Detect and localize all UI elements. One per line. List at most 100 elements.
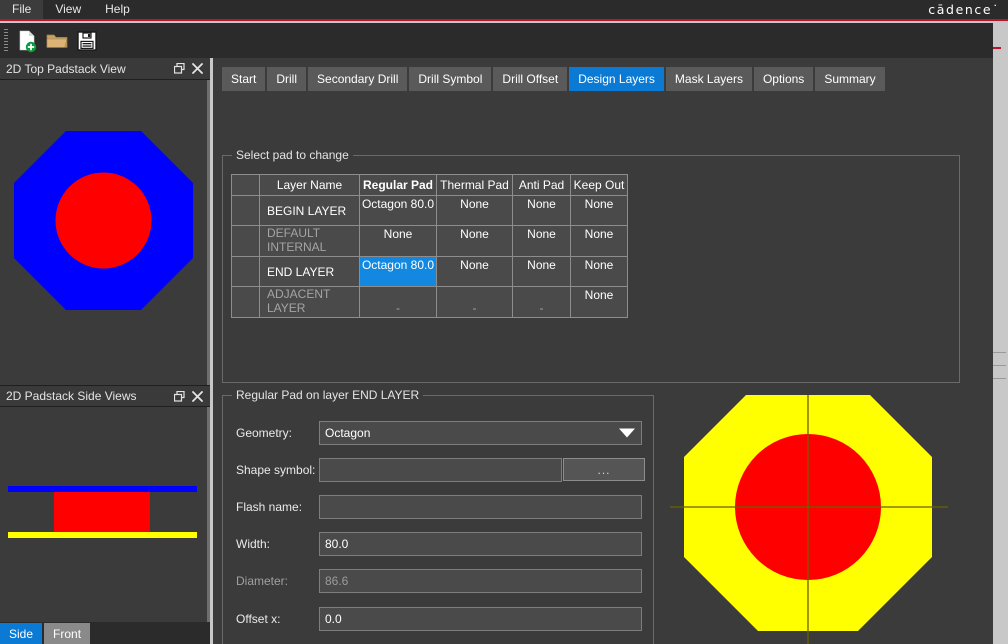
shape-symbol-input[interactable]	[319, 458, 562, 482]
toolbar-grip[interactable]	[4, 28, 8, 53]
shape-symbol-browse-button[interactable]: ...	[563, 458, 645, 481]
offset-x-row: Offset x:	[236, 607, 642, 631]
select-pad-group: Select pad to change Layer Name Regular …	[222, 148, 960, 383]
new-file-icon	[19, 30, 37, 52]
flash-name-input[interactable]	[319, 495, 642, 519]
side-padstack-panel-header: 2D Padstack Side Views	[0, 385, 210, 407]
save-disk-icon	[77, 30, 97, 51]
cell-thermal-pad[interactable]: None	[436, 225, 513, 257]
cell-keep-out[interactable]: None	[570, 225, 628, 257]
table-row[interactable]: BEGIN LAYER Octagon 80.0 None None None	[231, 195, 628, 226]
save-button[interactable]	[72, 26, 102, 56]
regular-pad-group-title: Regular Pad on layer END LAYER	[232, 388, 424, 402]
side-padstack-panel-title: 2D Padstack Side Views	[6, 389, 137, 403]
menu-bar: File View Help cādence˙	[0, 0, 1008, 21]
top-padstack-view-canvas[interactable]	[0, 80, 210, 385]
row-selector[interactable]	[231, 286, 260, 318]
shape-symbol-row: Shape symbol:	[236, 458, 562, 482]
width-row: Width:	[236, 532, 642, 556]
application-window: File View Help cādence˙ 2D Top Padstack …	[0, 0, 1008, 644]
restore-icon[interactable]	[170, 60, 188, 78]
cell-regular-pad-selected[interactable]: Octagon 80.0	[359, 256, 437, 287]
cell-thermal-pad[interactable]: -	[436, 286, 513, 318]
barrel-shape	[54, 492, 150, 532]
menu-help[interactable]: Help	[93, 0, 142, 19]
cell-thermal-pad[interactable]: None	[436, 195, 513, 226]
table-header-row: Layer Name Regular Pad Thermal Pad Anti …	[231, 174, 628, 196]
cell-keep-out[interactable]: None	[570, 286, 628, 318]
cell-regular-pad[interactable]: None	[359, 225, 437, 257]
geometry-row: Geometry: Octagon	[236, 421, 642, 445]
tab-design-layers[interactable]: Design Layers	[569, 67, 664, 91]
cell-regular-pad[interactable]: -	[359, 286, 437, 318]
row-selector[interactable]	[231, 225, 260, 257]
cell-layer-name[interactable]: BEGIN LAYER	[259, 195, 360, 226]
restore-icon[interactable]	[170, 387, 188, 405]
offset-x-input[interactable]	[319, 607, 642, 631]
width-label: Width:	[236, 537, 271, 551]
th-anti-pad: Anti Pad	[512, 174, 571, 196]
th-layer-name: Layer Name	[259, 174, 360, 196]
cell-anti-pad[interactable]: None	[512, 256, 571, 287]
cell-thermal-pad[interactable]: None	[436, 256, 513, 287]
cadence-logo: cādence˙	[928, 2, 1000, 17]
cell-anti-pad[interactable]: None	[512, 225, 571, 257]
view-tab-front[interactable]: Front	[44, 623, 91, 644]
open-folder-button[interactable]	[42, 26, 72, 56]
strip-divider	[993, 352, 1006, 353]
shape-symbol-label: Shape symbol:	[236, 463, 316, 477]
table-row[interactable]: END LAYER Octagon 80.0 None None None	[231, 256, 628, 287]
th-thermal-pad: Thermal Pad	[436, 174, 513, 196]
geometry-select[interactable]: Octagon	[319, 421, 642, 445]
top-padstack-panel-header: 2D Top Padstack View	[0, 58, 210, 80]
new-file-button[interactable]	[12, 26, 42, 56]
tab-start[interactable]: Start	[222, 67, 266, 91]
cell-anti-pad[interactable]: None	[512, 195, 571, 226]
bottom-layer-bar	[8, 532, 197, 538]
width-input[interactable]	[319, 532, 642, 556]
strip-divider	[993, 365, 1006, 366]
th-select	[231, 174, 260, 196]
cell-keep-out[interactable]: None	[570, 256, 628, 287]
tab-drill-offset[interactable]: Drill Offset	[493, 67, 568, 91]
pad-layers-table[interactable]: Layer Name Regular Pad Thermal Pad Anti …	[231, 174, 628, 318]
geometry-label: Geometry:	[236, 426, 293, 440]
row-selector[interactable]	[231, 195, 260, 226]
table-row[interactable]: ADJACENT LAYER - - - None	[231, 286, 628, 318]
strip-divider	[993, 378, 1006, 379]
top-padstack-panel-title: 2D Top Padstack View	[6, 61, 126, 76]
geometry-value: Octagon	[325, 426, 371, 440]
left-dock: 2D Top Padstack View 2D Padstack Side Vi…	[0, 58, 210, 644]
pad-preview-canvas[interactable]: CSDN @水果里面有苹果	[660, 395, 987, 644]
side-view-tab-strip: Side Front	[0, 622, 210, 644]
th-keep-out: Keep Out	[570, 174, 628, 196]
menu-view[interactable]: View	[43, 0, 93, 19]
pad-preview-shape	[670, 395, 948, 644]
pad-layers-table-head: Layer Name Regular Pad Thermal Pad Anti …	[231, 174, 628, 196]
tab-options[interactable]: Options	[753, 67, 814, 91]
cell-keep-out[interactable]: None	[570, 195, 628, 226]
row-selector[interactable]	[231, 256, 260, 287]
open-folder-icon	[46, 34, 68, 48]
cell-anti-pad[interactable]: -	[512, 286, 571, 318]
view-tab-side[interactable]: Side	[0, 623, 43, 644]
menu-file[interactable]: File	[0, 0, 44, 19]
tab-summary[interactable]: Summary	[815, 67, 885, 91]
cell-layer-name[interactable]: DEFAULT INTERNAL	[259, 225, 360, 257]
main-content: Start Drill Secondary Drill Drill Symbol…	[213, 58, 993, 644]
cell-regular-pad[interactable]: Octagon 80.0	[359, 195, 437, 226]
tab-mask-layers[interactable]: Mask Layers	[665, 67, 752, 91]
table-row[interactable]: DEFAULT INTERNAL None None None None	[231, 225, 628, 257]
th-regular-pad: Regular Pad	[359, 174, 437, 196]
close-icon[interactable]	[188, 387, 206, 405]
top-padstack-shape	[14, 131, 193, 310]
cell-layer-name[interactable]: END LAYER	[259, 256, 360, 287]
side-padstack-view-canvas[interactable]	[0, 407, 210, 624]
tab-drill[interactable]: Drill	[267, 67, 307, 91]
tab-drill-symbol[interactable]: Drill Symbol	[409, 67, 492, 91]
close-icon[interactable]	[188, 60, 206, 78]
tab-secondary-drill[interactable]: Secondary Drill	[308, 67, 408, 91]
cell-layer-name[interactable]: ADJACENT LAYER	[259, 286, 360, 318]
select-pad-group-title: Select pad to change	[232, 148, 353, 162]
regular-pad-group: Regular Pad on layer END LAYER Geometry:…	[222, 388, 654, 644]
